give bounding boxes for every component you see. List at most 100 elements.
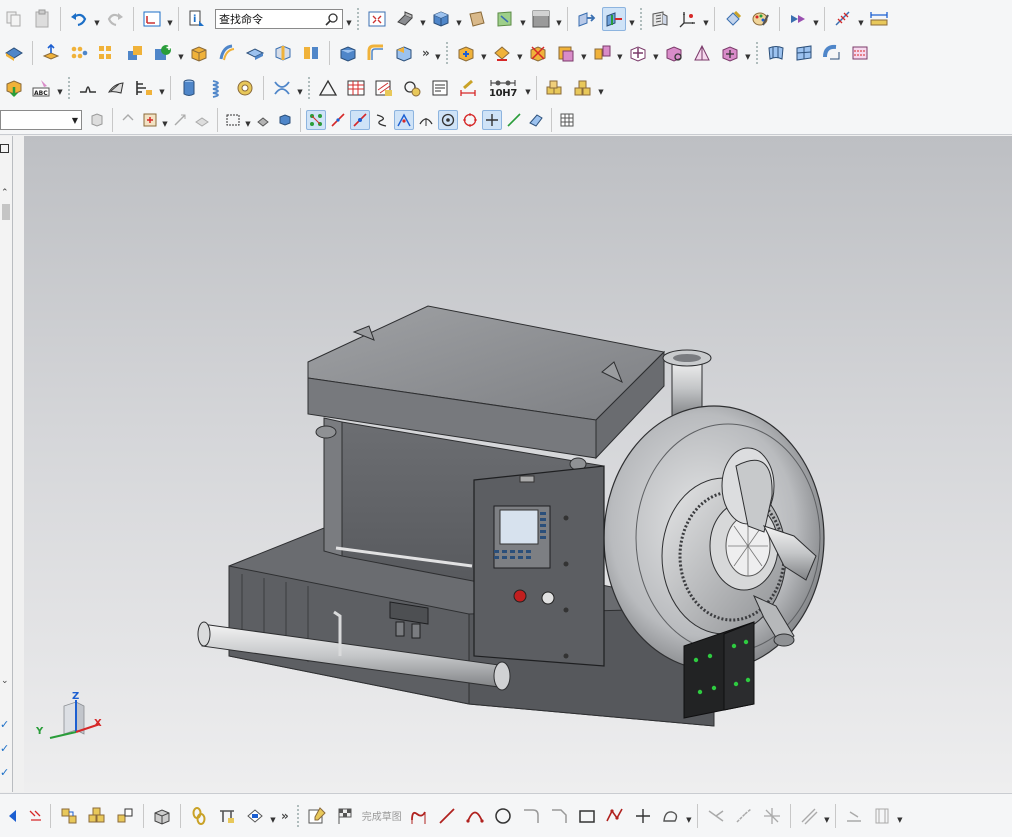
check-icon[interactable]: ✓	[0, 718, 9, 731]
section-dropdown-icon[interactable]: ▼	[519, 7, 527, 31]
csys-icon[interactable]	[676, 7, 700, 31]
scroll-thumb[interactable]	[2, 204, 10, 220]
wcs-display-icon[interactable]	[140, 7, 164, 31]
select-bodies-icon[interactable]	[275, 110, 295, 130]
balloon-edit-icon[interactable]	[372, 76, 396, 100]
wcs-dropdown-icon[interactable]: ▼	[166, 7, 174, 31]
component-pattern-dropdown-icon[interactable]: ▼	[744, 41, 752, 65]
snap-midpoint-icon[interactable]	[350, 110, 370, 130]
toolbar-grip[interactable]	[307, 76, 311, 100]
profile-icon[interactable]	[407, 804, 431, 828]
rendering-style-icon[interactable]	[393, 7, 417, 31]
wave-geometry-dropdown-icon[interactable]: ▼	[269, 804, 277, 828]
snap-center-icon[interactable]	[438, 110, 458, 130]
offset-curve-icon[interactable]	[797, 804, 821, 828]
search-dropdown-icon[interactable]: ▼	[345, 7, 353, 31]
pattern-face-icon[interactable]	[95, 41, 119, 65]
chamfer-sketch-icon[interactable]	[547, 804, 571, 828]
csys-dropdown-icon[interactable]: ▼	[702, 7, 710, 31]
finish-sketch-label[interactable]: 完成草图	[362, 808, 402, 823]
gear-icon[interactable]	[233, 76, 257, 100]
sew-icon[interactable]	[848, 41, 872, 65]
undo-dropdown-icon[interactable]: ▼	[93, 7, 101, 31]
route-icon[interactable]	[215, 804, 239, 828]
block-icon[interactable]	[187, 41, 211, 65]
link-chain-icon[interactable]	[187, 804, 211, 828]
exploded-dropdown-icon[interactable]: ▼	[616, 41, 624, 65]
sync-modeling-icon[interactable]	[2, 76, 26, 100]
shaded-cube-icon[interactable]	[429, 7, 453, 31]
graphics-window[interactable]: Z X Y	[24, 136, 1012, 792]
harness-dropdown-icon[interactable]: ▼	[296, 76, 304, 100]
plane-constructor-icon[interactable]	[192, 110, 212, 130]
snap-intersection-icon[interactable]	[394, 110, 414, 130]
burner-assembly-model[interactable]	[24, 136, 1012, 792]
snap-tangent-icon[interactable]	[416, 110, 436, 130]
add-component-icon[interactable]	[454, 41, 478, 65]
grid-icon[interactable]	[557, 110, 577, 130]
snap-on-face-icon[interactable]	[526, 110, 546, 130]
text-feature-dropdown-icon[interactable]: ▼	[56, 76, 64, 100]
show-hide-icon[interactable]	[786, 7, 810, 31]
tolerance-fit-icon[interactable]: 10H7	[484, 76, 522, 100]
unite-icon[interactable]	[123, 41, 147, 65]
view-orient-dropdown-icon[interactable]: ▼	[455, 7, 463, 31]
show-hide-dropdown-icon[interactable]: ▼	[812, 7, 820, 31]
bridge-curve-icon[interactable]	[76, 76, 100, 100]
exploded-view-icon[interactable]	[590, 41, 614, 65]
row2-more-dropdown-icon[interactable]: ▼	[434, 41, 442, 65]
section-view-icon[interactable]	[465, 7, 489, 31]
toolbar-grip[interactable]	[295, 803, 300, 828]
left-arrow-icon[interactable]	[3, 806, 23, 826]
dimension-icon[interactable]	[456, 76, 480, 100]
snap-curve-icon[interactable]	[372, 110, 392, 130]
mirror-assembly-icon[interactable]	[662, 41, 686, 65]
constraint-dropdown-icon[interactable]: ▼	[580, 41, 588, 65]
toolbar-grip[interactable]	[67, 76, 71, 100]
quick-trim-icon[interactable]	[704, 804, 728, 828]
wave-linker-icon[interactable]	[626, 41, 650, 65]
toolbar-grip[interactable]	[444, 41, 449, 65]
polygon-icon[interactable]	[603, 804, 627, 828]
parts-dropdown-icon[interactable]: ▼	[597, 76, 605, 100]
rectangle-icon[interactable]	[575, 804, 599, 828]
check-icon[interactable]: ✓	[0, 766, 9, 779]
display-constraints-icon[interactable]	[870, 804, 894, 828]
select-all-icon[interactable]	[87, 110, 107, 130]
fit-view-icon[interactable]	[365, 7, 389, 31]
split-body-icon[interactable]	[299, 41, 323, 65]
offset-dropdown-icon[interactable]: ▼	[823, 804, 831, 828]
copy-icon[interactable]	[2, 7, 26, 31]
reuse-library-icon[interactable]	[543, 76, 567, 100]
assembly-navigator-icon[interactable]	[57, 804, 81, 828]
edge-blend-icon[interactable]	[336, 41, 360, 65]
snap-point-off-icon[interactable]	[118, 110, 138, 130]
snap-on-curve-icon[interactable]	[504, 110, 524, 130]
swept-icon[interactable]	[820, 41, 844, 65]
toolbar-grip[interactable]	[754, 41, 759, 65]
wire-harness-icon[interactable]	[270, 76, 294, 100]
mate-constraint-icon[interactable]	[490, 41, 514, 65]
snap-point-icon[interactable]	[482, 110, 502, 130]
component-pattern-icon[interactable]	[718, 41, 742, 65]
edit-section-icon[interactable]	[493, 7, 517, 31]
offset-arrows-icon[interactable]	[25, 806, 45, 826]
wave-geometry-icon[interactable]	[243, 804, 267, 828]
information-icon[interactable]: i	[185, 7, 209, 31]
snap-quadrant-icon[interactable]	[460, 110, 480, 130]
standard-parts-icon[interactable]	[571, 76, 595, 100]
select-features-icon[interactable]	[253, 110, 273, 130]
constraints-dropdown-icon[interactable]: ▼	[896, 804, 904, 828]
point-icon[interactable]	[631, 804, 655, 828]
background-dropdown-icon[interactable]: ▼	[555, 7, 563, 31]
combo-arrow-icon[interactable]: ▼	[72, 116, 78, 125]
geometric-constraints-icon[interactable]	[842, 804, 866, 828]
sketch-icon[interactable]	[305, 804, 329, 828]
part-navigator-icon[interactable]	[400, 76, 424, 100]
assembly-constraint-icon[interactable]	[554, 41, 578, 65]
type-filter-combo[interactable]: ▼	[0, 110, 82, 130]
face-offset-icon[interactable]	[215, 41, 239, 65]
move-layer-icon[interactable]	[602, 7, 626, 31]
helix-spring-icon[interactable]	[205, 76, 229, 100]
paste-icon[interactable]	[30, 7, 54, 31]
